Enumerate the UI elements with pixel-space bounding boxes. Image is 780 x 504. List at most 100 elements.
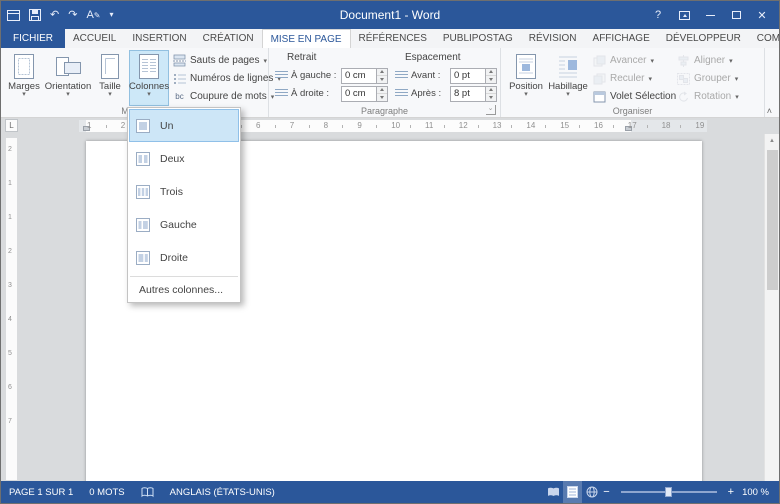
grouper-label: Grouper bbox=[694, 73, 731, 84]
habillage-button[interactable]: Habillage ▾ bbox=[548, 50, 588, 106]
vertical-ruler[interactable]: 211234567 bbox=[6, 138, 17, 480]
ribbon-display-options-button[interactable] bbox=[671, 1, 697, 29]
indent-left-input[interactable] bbox=[341, 68, 388, 84]
align-icon bbox=[677, 55, 690, 67]
zoom-out-button[interactable]: − bbox=[601, 486, 611, 498]
sauts-de-pages-button[interactable]: Sauts de pages ▾ bbox=[173, 52, 267, 69]
read-mode-icon bbox=[547, 487, 560, 498]
indent-right-spinner[interactable] bbox=[376, 87, 387, 101]
menu-item-label: Droite bbox=[160, 252, 188, 264]
language-indicator[interactable]: ANGLAIS (ÉTATS-UNIS) bbox=[162, 487, 283, 498]
tab-fichier[interactable]: FICHIER bbox=[1, 29, 65, 48]
spacing-after-input[interactable] bbox=[450, 86, 497, 102]
spacing-before-icon bbox=[395, 71, 408, 80]
tab-insertion[interactable]: INSERTION bbox=[124, 29, 194, 48]
dropdown-arrow-icon: ▾ bbox=[735, 93, 739, 101]
indent-left-field: À gauche : bbox=[275, 67, 388, 84]
maximize-button[interactable] bbox=[723, 1, 749, 29]
menu-item-autres-colonnes[interactable]: Autres colonnes... bbox=[129, 279, 239, 301]
spacing-after-value[interactable] bbox=[451, 87, 485, 101]
style-edit-button[interactable]: A✎ bbox=[86, 10, 100, 21]
menu-item-trois[interactable]: Trois bbox=[129, 175, 239, 208]
read-mode-button[interactable] bbox=[544, 481, 563, 503]
menu-item-droite[interactable]: Droite bbox=[129, 241, 239, 274]
statusbar-right: − + 100 % bbox=[544, 481, 779, 503]
menu-item-label: Trois bbox=[160, 186, 183, 198]
pencil-icon: ✎ bbox=[94, 11, 101, 20]
menu-item-gauche[interactable]: Gauche bbox=[129, 208, 239, 241]
ribbon-display-icon bbox=[679, 11, 690, 20]
tab-accueil[interactable]: ACCUEIL bbox=[65, 29, 124, 48]
volet-selection-button[interactable]: Volet Sélection bbox=[593, 88, 676, 105]
avancer-button[interactable]: Avancer ▾ bbox=[593, 52, 654, 69]
scrollbar-thumb[interactable] bbox=[767, 150, 778, 290]
marges-button[interactable]: Marges ▾ bbox=[5, 50, 43, 106]
indent-left-value[interactable] bbox=[342, 69, 376, 83]
tab-stop-selector[interactable]: L bbox=[5, 119, 18, 132]
tab-developpeur[interactable]: DÉVELOPPEUR bbox=[658, 29, 749, 48]
taille-button[interactable]: Taille ▾ bbox=[93, 50, 127, 106]
bring-forward-icon bbox=[593, 55, 606, 67]
maximize-icon bbox=[732, 11, 741, 19]
dropdown-arrow-icon: ▾ bbox=[651, 57, 655, 65]
orientation-icon bbox=[55, 53, 82, 80]
scroll-up-button[interactable]: ▲ bbox=[765, 134, 779, 148]
tab-affichage[interactable]: AFFICHAGE bbox=[585, 29, 658, 48]
spacing-after-spinner[interactable] bbox=[485, 87, 496, 101]
aligner-button[interactable]: Aligner ▾ bbox=[677, 52, 733, 69]
spacing-before-spinner[interactable] bbox=[485, 69, 496, 83]
redo-button[interactable]: ↷ bbox=[68, 10, 77, 21]
menu-item-un[interactable]: Un bbox=[129, 109, 239, 142]
rotation-button[interactable]: Rotation ▾ bbox=[677, 88, 739, 105]
proofing-status[interactable] bbox=[133, 487, 162, 498]
spacing-before-input[interactable] bbox=[450, 68, 497, 84]
colonnes-button[interactable]: Colonnes ▾ bbox=[129, 50, 169, 106]
vertical-scrollbar[interactable]: ▲ bbox=[764, 134, 779, 483]
dropdown-arrow-icon: ▾ bbox=[524, 92, 528, 97]
word-window: ↶ ↷ A✎ ▾ Document1 - Word ? ✕ FICHIER AC… bbox=[0, 0, 780, 504]
tab-creation[interactable]: CRÉATION bbox=[195, 29, 262, 48]
tab-references[interactable]: RÉFÉRENCES bbox=[351, 29, 435, 48]
zoom-in-button[interactable]: + bbox=[726, 486, 736, 498]
orientation-button[interactable]: Orientation ▾ bbox=[45, 50, 91, 106]
columns-left-icon bbox=[135, 217, 151, 233]
undo-button[interactable]: ↶ bbox=[50, 10, 59, 21]
indent-left-spinner[interactable] bbox=[376, 69, 387, 83]
ribbon-tab-row: FICHIER ACCUEIL INSERTION CRÉATION MISE … bbox=[1, 29, 779, 48]
zoom-slider[interactable] bbox=[621, 491, 717, 493]
tab-revision[interactable]: RÉVISION bbox=[521, 29, 585, 48]
help-button[interactable]: ? bbox=[645, 1, 671, 29]
web-layout-button[interactable] bbox=[582, 481, 601, 503]
save-button[interactable] bbox=[29, 9, 41, 21]
ribbon-group-paragraphe: Retrait À gauche : À droite : Espacement bbox=[269, 48, 501, 117]
minimize-button[interactable] bbox=[697, 1, 723, 29]
qat-customize-button[interactable]: ▾ bbox=[109, 11, 113, 19]
dropdown-arrow-icon: ▾ bbox=[147, 92, 151, 97]
spacing-after-label: Après : bbox=[411, 88, 447, 99]
tab-mise-en-page[interactable]: MISE EN PAGE bbox=[262, 29, 351, 48]
dropdown-arrow-icon: ▾ bbox=[735, 75, 739, 83]
indent-right-value[interactable] bbox=[342, 87, 376, 101]
zoom-level[interactable]: 100 % bbox=[736, 487, 779, 498]
spacing-before-value[interactable] bbox=[451, 69, 485, 83]
web-layout-icon bbox=[586, 486, 598, 498]
collapse-ribbon-button[interactable]: ˄ bbox=[767, 106, 772, 116]
zoom-slider-handle[interactable] bbox=[665, 487, 672, 497]
horizontal-ruler[interactable]: L 12345678910111213141516171819 bbox=[1, 118, 779, 134]
coupure-de-mots-button[interactable]: bc Coupure de mots ▾ bbox=[173, 88, 274, 105]
grouper-button[interactable]: Grouper ▾ bbox=[677, 70, 738, 87]
tab-complement[interactable]: COMPLÉMENT bbox=[749, 29, 780, 48]
menu-item-deux[interactable]: Deux bbox=[129, 142, 239, 175]
print-layout-button[interactable] bbox=[563, 481, 582, 503]
reculer-label: Reculer bbox=[610, 73, 644, 84]
reculer-button[interactable]: Reculer ▾ bbox=[593, 70, 652, 87]
tab-publipostage[interactable]: PUBLIPOSTAG bbox=[435, 29, 521, 48]
position-button[interactable]: Position ▾ bbox=[506, 50, 546, 106]
close-button[interactable]: ✕ bbox=[749, 1, 775, 29]
word-count[interactable]: 0 MOTS bbox=[81, 487, 132, 498]
sauts-label: Sauts de pages bbox=[190, 55, 260, 66]
indent-right-input[interactable] bbox=[341, 86, 388, 102]
page-indicator[interactable]: PAGE 1 SUR 1 bbox=[1, 487, 81, 498]
print-layout-icon bbox=[567, 486, 578, 498]
numeros-de-lignes-button[interactable]: Numéros de lignes ▾ bbox=[173, 70, 281, 87]
